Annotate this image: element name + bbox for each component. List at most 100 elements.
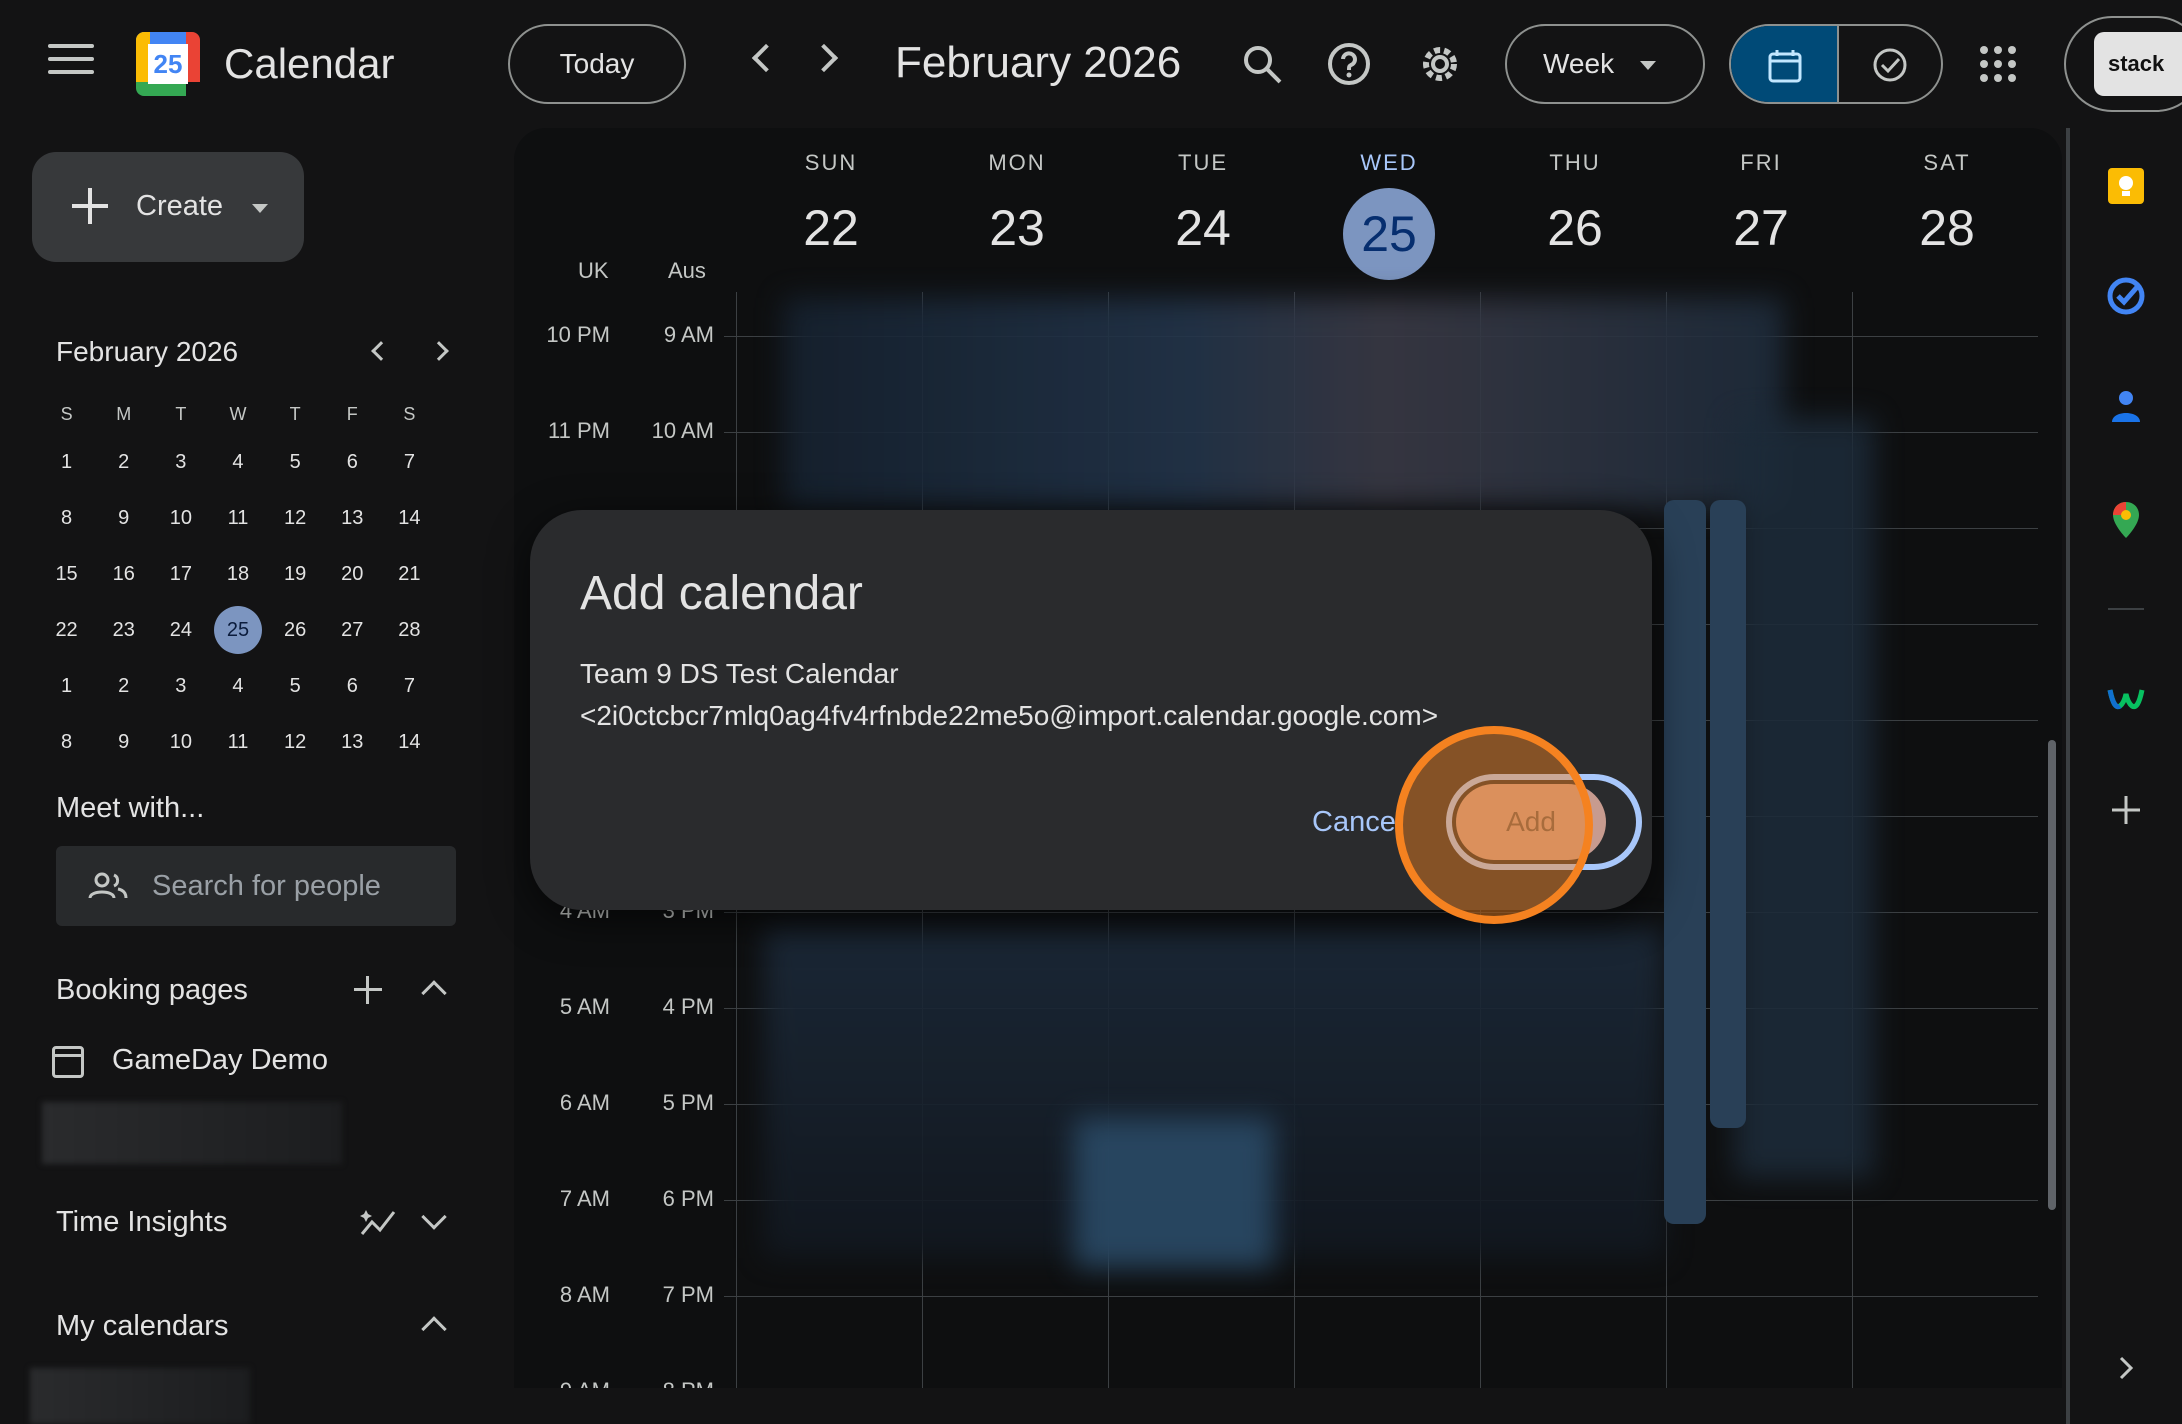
mini-day[interactable]: 1 <box>38 434 95 490</box>
hour-label-primary: 9 AM <box>514 1378 610 1388</box>
mini-day[interactable]: 27 <box>324 602 381 658</box>
mini-day[interactable]: 8 <box>38 714 95 770</box>
search-people-input[interactable]: Search for people <box>56 846 456 926</box>
mini-day[interactable]: 9 <box>95 490 152 546</box>
mini-day[interactable]: 11 <box>209 714 266 770</box>
add-addon-icon[interactable] <box>2106 790 2146 830</box>
maps-icon[interactable] <box>2106 500 2146 540</box>
mini-day[interactable]: 6 <box>324 434 381 490</box>
mini-day[interactable]: 5 <box>267 434 324 490</box>
mini-day[interactable]: 3 <box>152 658 209 714</box>
mini-day[interactable]: 12 <box>267 490 324 546</box>
mini-day[interactable]: 4 <box>209 658 266 714</box>
mini-week-row: 22 23 24 25 26 27 28 <box>38 602 438 658</box>
calendar-view-toggle[interactable] <box>1731 26 1837 102</box>
day-header[interactable]: TUE 24 <box>1110 150 1296 280</box>
mini-week-row: 8 9 10 11 12 13 14 <box>38 714 438 770</box>
mini-day[interactable]: 10 <box>152 714 209 770</box>
calendar-icon <box>1768 50 1802 83</box>
chevron-down-icon[interactable] <box>421 1204 447 1230</box>
mini-day[interactable]: 21 <box>381 546 438 602</box>
mini-day[interactable]: 9 <box>95 714 152 770</box>
mini-day[interactable]: 13 <box>324 490 381 546</box>
contacts-icon[interactable] <box>2106 386 2146 426</box>
calendar-address: <2i0ctcbcr7mlq0ag4fv4rfnbde22me5o@import… <box>580 700 1439 731</box>
day-header[interactable]: SAT 28 <box>1854 150 2040 280</box>
mini-day[interactable]: 11 <box>209 490 266 546</box>
add-booking-page-icon[interactable] <box>354 976 382 1004</box>
expand-side-panel-icon[interactable] <box>2106 1348 2146 1388</box>
day-header[interactable]: SUN 22 <box>738 150 924 280</box>
day-name: THU <box>1549 150 1601 175</box>
next-week-icon[interactable] <box>809 43 839 73</box>
mini-week-row: 1234567 <box>38 658 438 714</box>
mini-day[interactable]: 15 <box>38 546 95 602</box>
mini-day[interactable]: 7 <box>381 434 438 490</box>
google-apps-icon[interactable] <box>1980 46 2016 82</box>
mini-day[interactable]: 2 <box>95 658 152 714</box>
event-block[interactable] <box>1710 500 1746 1128</box>
mini-day[interactable]: 13 <box>324 714 381 770</box>
mini-day[interactable]: 14 <box>381 490 438 546</box>
keep-icon[interactable] <box>2106 166 2146 206</box>
mini-prev-month-icon[interactable] <box>371 341 391 361</box>
mini-day[interactable]: 16 <box>95 546 152 602</box>
settings-gear-icon[interactable] <box>1416 40 1464 88</box>
mini-day[interactable]: 18 <box>209 546 266 602</box>
blurred-events <box>1734 418 1874 1178</box>
mini-day[interactable]: 3 <box>152 434 209 490</box>
day-name: TUE <box>1178 150 1228 175</box>
mini-day[interactable]: 20 <box>324 546 381 602</box>
mini-day[interactable]: 17 <box>152 546 209 602</box>
mini-day[interactable]: 12 <box>267 714 324 770</box>
tasks-check-icon[interactable] <box>1871 46 1909 84</box>
account-avatar[interactable]: stack <box>2094 32 2182 96</box>
view-selector[interactable]: Week <box>1505 24 1705 104</box>
mini-week-row: 15 16 17 18 19 20 21 <box>38 546 438 602</box>
create-button[interactable]: Create <box>32 152 304 262</box>
mini-day[interactable]: 5 <box>267 658 324 714</box>
mini-day[interactable]: 14 <box>381 714 438 770</box>
view-label: Week <box>1543 48 1615 79</box>
hour-label-secondary: 6 PM <box>662 1186 714 1211</box>
search-icon[interactable] <box>1238 40 1286 88</box>
day-header[interactable]: MON 23 <box>924 150 1110 280</box>
app-title: Calendar <box>224 40 395 87</box>
help-icon[interactable] <box>1325 40 1373 88</box>
mini-day[interactable]: 10 <box>152 490 209 546</box>
day-header[interactable]: FRI 27 <box>1668 150 1854 280</box>
calendar-logo[interactable]: 25 <box>136 32 200 96</box>
cancel-button[interactable]: Cancel <box>1312 806 1402 839</box>
mini-day[interactable]: 28 <box>381 602 438 658</box>
mini-day[interactable]: 24 <box>152 602 209 658</box>
day-header[interactable]: THU 26 <box>1482 150 1668 280</box>
mini-day[interactable]: 6 <box>324 658 381 714</box>
dialog-title: Add calendar <box>580 567 863 620</box>
tasks-icon[interactable] <box>2106 276 2146 316</box>
mini-day-selected[interactable]: 25 <box>209 602 266 658</box>
mini-day[interactable]: 4 <box>209 434 266 490</box>
mini-day[interactable]: 7 <box>381 658 438 714</box>
chevron-up-icon[interactable] <box>421 1316 447 1342</box>
insights-sparkle-icon[interactable] <box>360 1206 400 1238</box>
weekday-label: S <box>403 404 416 424</box>
current-date-title: February 2026 <box>895 38 1182 87</box>
mini-day[interactable]: 1 <box>38 658 95 714</box>
main-menu-icon[interactable] <box>48 44 94 84</box>
previous-week-icon[interactable] <box>751 43 781 73</box>
chevron-up-icon[interactable] <box>421 980 447 1006</box>
mini-day[interactable]: 2 <box>95 434 152 490</box>
mini-day[interactable]: 23 <box>95 602 152 658</box>
mini-next-month-icon[interactable] <box>429 341 449 361</box>
day-name: MON <box>988 150 1046 175</box>
mini-day[interactable]: 19 <box>267 546 324 602</box>
day-header-today[interactable]: WED 25 <box>1296 150 1482 280</box>
today-button[interactable]: Today <box>508 24 686 104</box>
scrollbar[interactable] <box>2048 740 2056 1210</box>
logo-day: 25 <box>148 44 188 84</box>
webex-icon[interactable] <box>2106 678 2146 718</box>
mini-day[interactable]: 8 <box>38 490 95 546</box>
event-block[interactable] <box>1664 500 1706 1224</box>
mini-day[interactable]: 22 <box>38 602 95 658</box>
mini-day[interactable]: 26 <box>267 602 324 658</box>
